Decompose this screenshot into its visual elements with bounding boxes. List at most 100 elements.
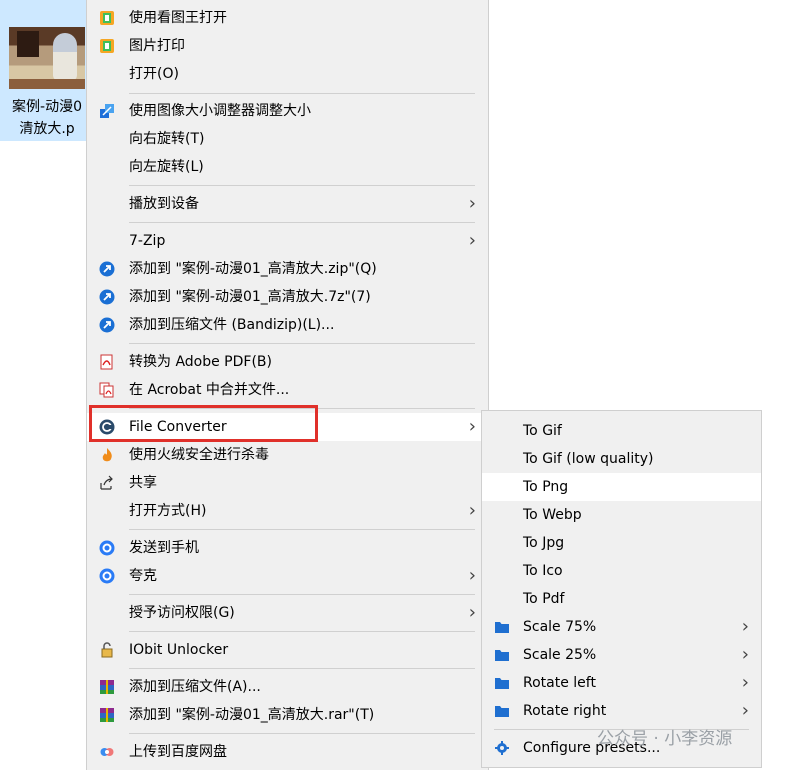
submenu-item-scale-75[interactable]: Scale 75% › [482, 613, 761, 641]
menu-item-open[interactable]: 打开(O) [87, 60, 488, 88]
menu-item-label: 播放到设备 [129, 196, 199, 212]
watermark-text: 公众号 · 小李资源 [597, 729, 733, 749]
menu-item-print-image[interactable]: 图片打印 [87, 32, 488, 60]
menu-item-label: 打开(O) [129, 66, 179, 82]
menu-item-huorong-scan[interactable]: 使用火绒安全进行杀毒 [87, 441, 488, 469]
menu-item-quark[interactable]: 夸克 › [87, 562, 488, 590]
submenu-item-label: To Jpg [523, 535, 565, 551]
menu-item-grant-access[interactable]: 授予访问权限(G) › [87, 599, 488, 627]
menu-item-7zip[interactable]: 7-Zip › [87, 227, 488, 255]
chevron-right-icon: › [741, 616, 749, 637]
folder-icon [495, 706, 509, 717]
highlight-annotation-box [89, 405, 318, 442]
menu-item-label: 发送到手机 [129, 540, 199, 556]
menu-item-label: 共享 [129, 475, 157, 491]
submenu-item-label: To Webp [523, 507, 582, 523]
menu-separator [129, 529, 475, 530]
folder-icon [495, 622, 509, 633]
winrar-icon [100, 708, 114, 722]
menu-item-rotate-left[interactable]: 向左旋转(L) [87, 153, 488, 181]
submenu-item-to-gif-low[interactable]: To Gif (low quality) [482, 445, 761, 473]
submenu-item-rotate-left[interactable]: Rotate left › [482, 669, 761, 697]
chevron-right-icon: › [741, 700, 749, 721]
adobe-pdf-icon [100, 354, 113, 370]
menu-item-add-bandizip[interactable]: 添加到压缩文件 (Bandizip)(L)... [87, 311, 488, 339]
kantu-app-icon [100, 39, 114, 53]
bandizip-icon [99, 317, 115, 333]
menu-item-add-to-rar[interactable]: 添加到 "案例-动漫01_高清放大.rar"(T) [87, 701, 488, 729]
menu-item-send-to-phone[interactable]: 发送到手机 [87, 534, 488, 562]
file-converter-submenu: To Gif To Gif (low quality) To Png To We… [481, 410, 762, 768]
menu-item-open-with[interactable]: 打开方式(H) › [87, 497, 488, 525]
menu-separator [129, 93, 475, 94]
menu-item-label: 上传到百度网盘 [129, 744, 227, 760]
menu-separator [129, 668, 475, 669]
menu-separator [129, 594, 475, 595]
submenu-item-label: Rotate right [523, 703, 607, 719]
menu-item-label: 向右旋转(T) [129, 131, 205, 147]
gear-icon [495, 741, 509, 755]
menu-item-cast-to-device[interactable]: 播放到设备 › [87, 190, 488, 218]
menu-item-add-to-zip[interactable]: 添加到 "案例-动漫01_高清放大.zip"(Q) [87, 255, 488, 283]
menu-item-iobit-unlocker[interactable]: IObit Unlocker [87, 636, 488, 664]
submenu-item-label: Scale 25% [523, 647, 597, 663]
baidu-netdisk-icon [100, 748, 114, 756]
menu-item-add-archive[interactable]: 添加到压缩文件(A)... [87, 673, 488, 701]
kantu-app-icon [100, 11, 114, 25]
menu-separator [129, 733, 475, 734]
image-resizer-icon [100, 104, 114, 118]
quark-icon [99, 568, 115, 584]
menu-item-baidu-upload[interactable]: 上传到百度网盘 [87, 738, 488, 766]
menu-separator [129, 343, 475, 344]
menu-item-label: 在 Acrobat 中合并文件... [129, 382, 290, 398]
winrar-icon [100, 680, 114, 694]
file-name-label: 案例-动漫0 清放大.p [0, 96, 94, 140]
menu-item-label: 向左旋转(L) [129, 159, 204, 175]
menu-item-open-kantu[interactable]: 使用看图王打开 [87, 4, 488, 32]
desktop-file-selected[interactable]: 案例-动漫0 清放大.p [0, 0, 94, 141]
menu-item-label: 添加到压缩文件(A)... [129, 679, 261, 695]
chevron-right-icon: › [468, 565, 476, 586]
submenu-item-to-pdf[interactable]: To Pdf [482, 585, 761, 613]
menu-item-label: IObit Unlocker [129, 642, 229, 658]
menu-item-label: 添加到 "案例-动漫01_高清放大.rar"(T) [129, 707, 375, 723]
submenu-item-to-ico[interactable]: To Ico [482, 557, 761, 585]
menu-item-convert-pdf[interactable]: 转换为 Adobe PDF(B) [87, 348, 488, 376]
submenu-item-to-gif[interactable]: To Gif [482, 417, 761, 445]
submenu-item-label: Rotate left [523, 675, 596, 691]
file-name-line2: 清放大.p [19, 121, 75, 137]
menu-item-label: 使用看图王打开 [129, 10, 227, 26]
submenu-item-scale-25[interactable]: Scale 25% › [482, 641, 761, 669]
menu-item-label: 添加到 "案例-动漫01_高清放大.zip"(Q) [129, 261, 377, 277]
share-icon [100, 475, 113, 490]
menu-separator [129, 631, 475, 632]
menu-item-label: 打开方式(H) [129, 503, 207, 519]
chevron-right-icon: › [468, 416, 476, 437]
menu-item-label: 使用图像大小调整器调整大小 [129, 103, 311, 119]
menu-item-label: 使用火绒安全进行杀毒 [129, 447, 269, 463]
folder-icon [495, 650, 509, 661]
chevron-right-icon: › [468, 500, 476, 521]
submenu-item-label: To Png [523, 479, 569, 495]
chevron-right-icon: › [741, 672, 749, 693]
menu-item-label: 添加到压缩文件 (Bandizip)(L)... [129, 317, 335, 333]
chevron-right-icon: › [468, 602, 476, 623]
menu-item-add-to-7z[interactable]: 添加到 "案例-动漫01_高清放大.7z"(7) [87, 283, 488, 311]
submenu-item-label: To Ico [523, 563, 563, 579]
menu-separator [129, 222, 475, 223]
menu-item-rotate-right[interactable]: 向右旋转(T) [87, 125, 488, 153]
submenu-item-label: Scale 75% [523, 619, 597, 635]
menu-item-image-resizer[interactable]: 使用图像大小调整器调整大小 [87, 97, 488, 125]
menu-item-acrobat-combine[interactable]: 在 Acrobat 中合并文件... [87, 376, 488, 404]
bandizip-icon [99, 261, 115, 277]
phone-send-icon [99, 540, 115, 556]
submenu-item-rotate-right[interactable]: Rotate right › [482, 697, 761, 725]
submenu-item-to-webp[interactable]: To Webp [482, 501, 761, 529]
submenu-item-to-png[interactable]: To Png [482, 473, 761, 501]
menu-item-share[interactable]: 共享 [87, 469, 488, 497]
acrobat-combine-icon [99, 382, 114, 398]
submenu-item-to-jpg[interactable]: To Jpg [482, 529, 761, 557]
context-menu: 使用看图王打开 图片打印 打开(O) 使用图像大小调整器调整大小 向右旋转(T)… [86, 0, 489, 770]
file-name-line1: 案例-动漫0 [12, 99, 82, 115]
menu-item-label: 转换为 Adobe PDF(B) [129, 354, 272, 370]
